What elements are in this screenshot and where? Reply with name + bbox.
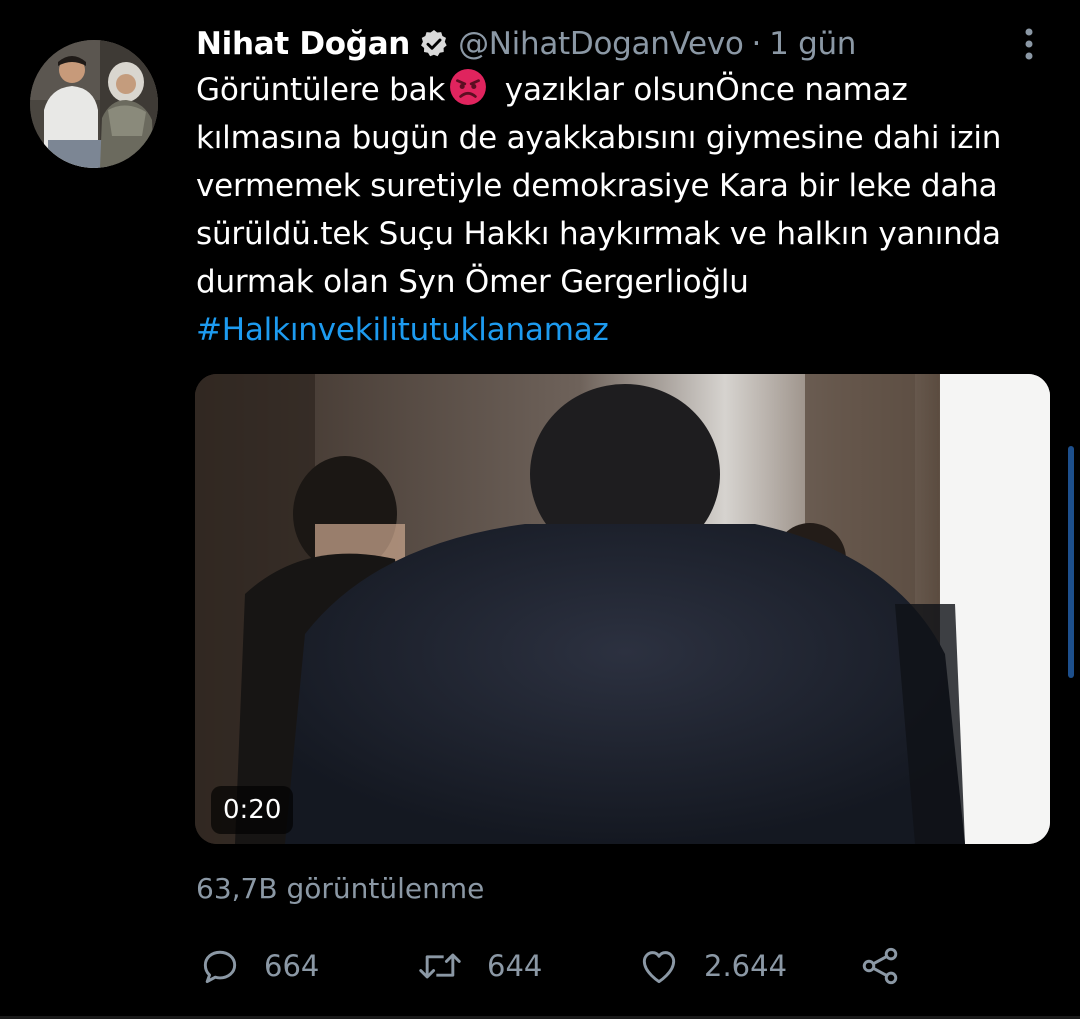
- tweet-header: Nihat Doğan @NihatDoganVevo · 1 gün: [196, 22, 856, 66]
- like-count: 2.644: [704, 949, 788, 983]
- hashtag-link[interactable]: #Halkınvekilitutuklanamaz: [196, 306, 1046, 354]
- tweet-timestamp[interactable]: 1 gün: [769, 26, 856, 62]
- reply-button[interactable]: 664: [198, 940, 319, 992]
- tweet-text-line: kılmasına bugün de ayakkabısını giymesin…: [196, 120, 1002, 156]
- reply-count: 664: [264, 949, 320, 983]
- tweet-actions: 664 644 2.644: [0, 940, 1080, 992]
- tweet-text-line: Görüntülere bak yazıklar olsunÖnce namaz: [196, 66, 1046, 114]
- retweet-button[interactable]: 644: [415, 940, 542, 992]
- tweet-text-line: vermemek suretiyle demokrasiye Kara bir …: [196, 168, 998, 204]
- video-thumbnail: [195, 374, 1050, 844]
- video-duration: 0:20: [211, 786, 294, 834]
- verified-badge-icon: [421, 30, 447, 57]
- tweet-text-segment: yazıklar olsunÖnce namaz: [495, 72, 908, 108]
- author-display-name[interactable]: Nihat Doğan: [196, 26, 410, 62]
- tweet[interactable]: Nihat Doğan @NihatDoganVevo · 1 gün Görü…: [0, 0, 1080, 1019]
- retweet-icon: [419, 953, 461, 979]
- tweet-text: Görüntülere bak yazıklar olsunÖnce namaz…: [196, 66, 1046, 354]
- tweet-text-line: durmak olan Syn Ömer Gergerlioğlu: [196, 264, 749, 300]
- author-handle[interactable]: @NihatDoganVevo: [458, 26, 744, 62]
- scrollbar[interactable]: [1068, 446, 1074, 678]
- author-avatar[interactable]: [30, 40, 158, 168]
- header-separator: ·: [751, 26, 762, 62]
- avatar-photo: [30, 40, 158, 168]
- view-count: 63,7B görüntülenme: [196, 872, 485, 905]
- reply-icon: [203, 950, 237, 984]
- tweet-text-line: sürüldü.tek Suçu Hakkı haykırmak ve halk…: [196, 216, 1001, 252]
- share-icon: [862, 947, 898, 985]
- like-button[interactable]: 2.644: [636, 940, 787, 992]
- angry-face-emoji-icon: [450, 69, 487, 105]
- video-player[interactable]: 0:20: [195, 374, 1050, 844]
- share-button[interactable]: [857, 940, 903, 992]
- heart-icon: [642, 951, 676, 984]
- retweet-count: 644: [487, 949, 543, 983]
- tweet-text-segment: Görüntülere bak: [196, 72, 446, 108]
- more-options-icon[interactable]: [1018, 24, 1040, 64]
